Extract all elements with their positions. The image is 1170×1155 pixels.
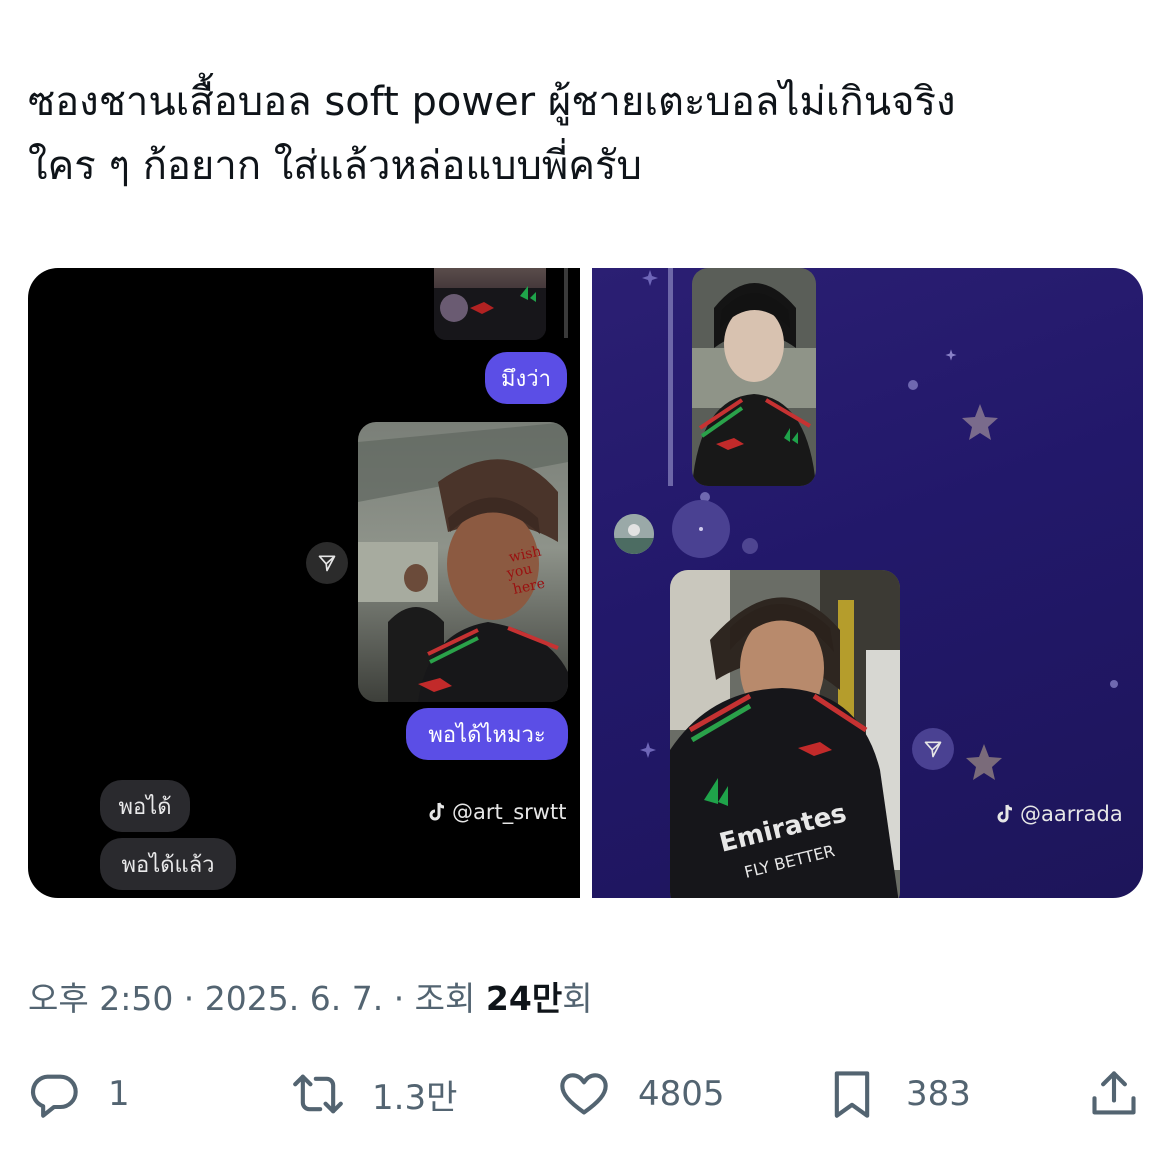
retweet-button[interactable]: 1.3만 <box>292 1068 457 1120</box>
action-bar: 1 1.3만 4805 383 <box>0 1068 1170 1132</box>
like-button[interactable]: 4805 <box>558 1068 725 1120</box>
tweet-timestamp[interactable]: 오후 2:50 · 2025. 6. 7. · 조회 <box>28 979 486 1018</box>
tiktok-watermark-left: @art_srwtt <box>428 800 566 824</box>
chat-bubble-sent-2: พอได้ไหมวะ <box>406 708 568 760</box>
share-button[interactable] <box>1088 1068 1140 1120</box>
tiktok-icon <box>997 804 1013 823</box>
bookmark-count: 383 <box>906 1074 971 1114</box>
typing-indicator <box>672 500 730 558</box>
star-icon <box>640 742 656 758</box>
like-count: 4805 <box>638 1074 725 1114</box>
bookmark-icon <box>834 1071 870 1118</box>
send-icon[interactable] <box>306 542 348 584</box>
media-image-right[interactable]: Emirates FLY BETTER @aarrada <box>592 268 1143 898</box>
view-count: 24만 <box>485 979 563 1018</box>
avatar[interactable] <box>614 514 654 554</box>
chat-photo-main: wish you here <box>358 422 568 702</box>
view-suffix: 회 <box>562 979 593 1018</box>
like-icon <box>560 1073 608 1115</box>
media-image-left[interactable]: มึงว่า wish you here พอได้ไหมวะ พอได้ พอ… <box>28 268 580 898</box>
tweet-text-line-2: ใคร ๆ ก้อยาก ใส่แล้วหล่อแบบพี่ครับ <box>28 143 642 189</box>
star-dot <box>1110 680 1118 688</box>
tweet-media[interactable]: มึงว่า wish you here พอได้ไหมวะ พอได้ พอ… <box>28 268 1143 898</box>
chat-bubble-received-1: พอได้ <box>100 780 190 832</box>
tiktok-watermark-right: @aarrada <box>996 802 1123 826</box>
star-icon <box>642 270 658 286</box>
send-icon[interactable] <box>912 728 954 770</box>
chat-bubble-received-2: พอได้แล้ว <box>100 838 236 890</box>
share-icon <box>1092 1071 1136 1115</box>
reply-button[interactable]: 1 <box>28 1068 130 1120</box>
retweet-icon <box>293 1074 343 1114</box>
reply-count: 1 <box>108 1074 130 1114</box>
reply-icon <box>30 1074 78 1118</box>
tweet-text: ซองชานเสื้อบอล soft power ผู้ชายเตะบอลไม… <box>28 70 1138 198</box>
retweet-count: 1.3만 <box>372 1077 458 1118</box>
star-dot <box>908 380 918 390</box>
star-icon <box>962 404 998 440</box>
star-icon <box>945 349 957 361</box>
divider <box>564 268 568 338</box>
chat-bubble-sent-1: มึงว่า <box>485 352 567 404</box>
tweet-text-line-1: ซองชานเสื้อบอล soft power ผู้ชายเตะบอลไม… <box>28 79 956 125</box>
tiktok-icon <box>429 802 445 821</box>
star-icon <box>966 744 1002 780</box>
chat-photo-top <box>434 268 546 340</box>
tweet-meta: 오후 2:50 · 2025. 6. 7. · 조회 24만회 <box>28 972 593 1020</box>
watermark-right-handle: @aarrada <box>1020 802 1123 826</box>
chat-photo-main-right: Emirates FLY BETTER <box>670 570 900 898</box>
watermark-left-handle: @art_srwtt <box>452 800 567 824</box>
divider <box>668 268 673 486</box>
chat-photo-top-right <box>692 268 816 486</box>
bookmark-button[interactable]: 383 <box>826 1068 971 1120</box>
star-dot <box>742 538 758 554</box>
